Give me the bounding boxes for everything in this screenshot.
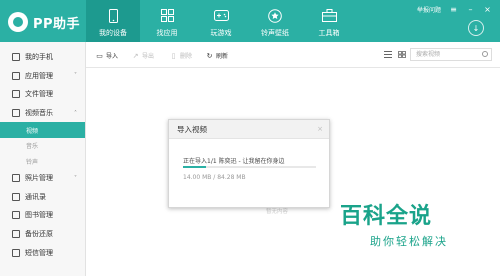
sidebar-item-label: 短信管理 [25, 248, 53, 257]
delete-button[interactable]: ▯ 删除 [170, 51, 193, 61]
nav-tab-ringtones[interactable]: 铃声壁纸 [248, 0, 302, 42]
backup-icon [12, 229, 20, 238]
import-icon: ▭ [96, 51, 103, 60]
nav-tab-label: 我的设备 [99, 29, 127, 37]
sms-icon [12, 248, 20, 257]
minimize-icon[interactable]: – [466, 5, 475, 14]
download-icon[interactable]: ↓ [468, 20, 484, 36]
sidebar-item-label: 我的手机 [25, 53, 53, 62]
main-nav: 我的设备 找应用 玩游戏 铃声壁纸 工具箱 [86, 0, 356, 42]
sidebar-item-label: 备份还原 [25, 229, 53, 238]
nav-tab-label: 找应用 [156, 29, 178, 37]
nav-tab-find-apps[interactable]: 找应用 [140, 0, 194, 42]
pp-logo-icon [8, 12, 28, 32]
trash-icon: ▯ [171, 51, 176, 60]
app-logo-text: PP助手 [33, 16, 81, 32]
nav-tab-my-device[interactable]: 我的设备 [86, 0, 140, 42]
gamepad-icon [213, 8, 229, 23]
sidebar-item-label: 通讯录 [25, 192, 46, 201]
import-progress-fill [183, 166, 206, 168]
import-video-dialog: 导入视频 × 正在导入1/1 陈奕迅 - 让我留在你身边 14.00 MB / … [168, 119, 330, 208]
video-icon [12, 109, 20, 118]
nav-tab-label: 工具箱 [318, 29, 340, 37]
contacts-icon [12, 192, 20, 201]
search-input[interactable]: 搜索视频 [410, 48, 492, 61]
nav-tab-label: 铃声壁纸 [261, 29, 289, 37]
watermark: 百科全说 助你轻松解决 [340, 198, 470, 249]
nav-tab-games[interactable]: 玩游戏 [194, 0, 248, 42]
sidebar-item-file-manager[interactable]: 文件管理 [0, 85, 85, 104]
sidebar-item-sms[interactable]: 短信管理 [0, 243, 85, 262]
sidebar-item-books[interactable]: 图书管理 [0, 206, 85, 225]
chevron-up-icon: ˄ [74, 109, 77, 117]
search-icon[interactable] [482, 51, 488, 57]
sidebar-subitem-label: 视频 [26, 127, 39, 135]
sidebar-subitem-video[interactable]: 视频 [0, 122, 85, 138]
sidebar-subitem-label: 铃声 [26, 158, 39, 166]
close-icon[interactable]: × [483, 5, 492, 14]
toolbox-icon [321, 8, 337, 23]
sidebar-item-label: 视频音乐 [25, 109, 53, 118]
import-status: 正在导入1/1 陈奕迅 - 让我留在你身边 [183, 158, 285, 165]
phone-icon [12, 53, 20, 62]
menu-icon[interactable]: ≡ [449, 5, 458, 14]
sidebar-item-label: 图书管理 [25, 211, 53, 220]
delete-button-label: 删除 [180, 53, 193, 60]
sidebar-subitem-ringtone[interactable]: 铃声 [0, 153, 85, 169]
photo-icon [12, 174, 20, 183]
chevron-down-icon: ˅ [74, 72, 77, 80]
import-progress-bar [183, 166, 316, 168]
chevron-down-icon: ˅ [74, 174, 77, 182]
sidebar-item-backup[interactable]: 备份还原 [0, 225, 85, 244]
watermark-subtitle: 助你轻松解决 [370, 235, 448, 248]
export-button[interactable]: ↗ 导出 [132, 51, 155, 61]
import-size: 14.00 MB / 84.28 MB [183, 174, 246, 181]
sidebar-item-contacts[interactable]: 通讯录 [0, 187, 85, 206]
sidebar-item-label: 照片管理 [25, 174, 53, 183]
sidebar-item-photos[interactable]: 照片管理 ˅ [0, 169, 85, 188]
apps-icon [12, 71, 20, 80]
folder-icon [12, 90, 20, 99]
sidebar-item-app-manager[interactable]: 应用管理 ˅ [0, 67, 85, 86]
refresh-icon: ↻ [206, 51, 213, 60]
sidebar-item-label: 应用管理 [25, 71, 53, 80]
star-icon [268, 8, 283, 23]
search-placeholder: 搜索视频 [416, 51, 441, 58]
refresh-button-label: 刷新 [216, 53, 229, 60]
feedback-link[interactable]: 举报问题 [417, 5, 441, 14]
grid-view-icon[interactable] [398, 51, 406, 58]
phone-icon [106, 8, 121, 23]
sidebar-subitem-music[interactable]: 音乐 [0, 138, 85, 154]
nav-tab-toolbox[interactable]: 工具箱 [302, 0, 356, 42]
import-button-label: 导入 [106, 53, 119, 60]
list-view-icon[interactable] [384, 51, 392, 58]
app-logo: PP助手 [8, 12, 80, 32]
header-bar: PP助手 我的设备 找应用 玩游戏 铃声壁纸 工具箱 举报问题 ≡ – × ↓ [0, 0, 500, 42]
export-button-label: 导出 [142, 53, 155, 60]
import-button[interactable]: ▭ 导入 [96, 51, 119, 61]
watermark-title: 百科全说 [340, 204, 433, 229]
sidebar-subitem-label: 音乐 [26, 143, 39, 151]
refresh-button[interactable]: ↻ 刷新 [206, 51, 229, 61]
dialog-title: 导入视频 [177, 125, 207, 134]
nav-tab-label: 玩游戏 [210, 29, 232, 37]
empty-hint: 暂无内容 [266, 209, 289, 215]
export-icon: ↗ [132, 51, 139, 60]
dialog-title-bar: 导入视频 × [169, 120, 329, 139]
toolbar: ▭ 导入 ↗ 导出 ▯ 删除 ↻ 刷新 搜索视频 [86, 42, 500, 68]
sidebar-item-label: 文件管理 [25, 90, 53, 99]
grid-icon [160, 8, 175, 23]
sidebar-item-my-phone[interactable]: 我的手机 [0, 48, 85, 67]
book-icon [12, 211, 20, 220]
window-controls: 举报问题 ≡ – × [417, 5, 492, 14]
sidebar-item-video-music[interactable]: 视频音乐 ˄ [0, 104, 85, 123]
sidebar: 我的手机 应用管理 ˅ 文件管理 视频音乐 ˄ 视频 音乐 铃声 照片管理 ˅ … [0, 42, 86, 276]
close-icon[interactable]: × [317, 120, 323, 139]
